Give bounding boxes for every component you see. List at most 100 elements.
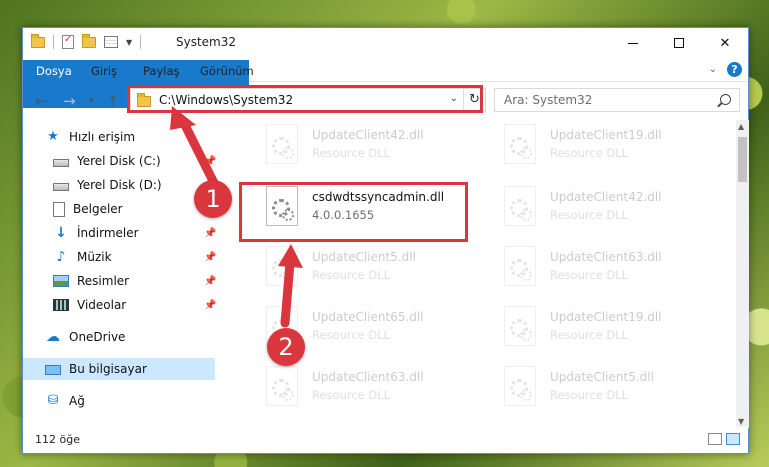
file-type: Resource DLL <box>550 328 629 342</box>
file-type: Resource DLL <box>312 268 391 282</box>
music-icon: ♪ <box>56 249 66 265</box>
file-name: UpdateClient63.dll <box>550 250 662 264</box>
help-icon[interactable]: ? <box>727 62 742 77</box>
dll-file-icon <box>266 124 298 164</box>
address-bar-highlight <box>127 85 483 113</box>
pin-icon: 📌 <box>204 275 217 287</box>
sidebar-item-onedrive[interactable]: ☁ OneDrive <box>23 326 215 348</box>
tiles-view-icon[interactable] <box>726 433 740 445</box>
folder-icon <box>31 33 45 48</box>
status-bar: 112 öğe <box>23 427 748 453</box>
file-item[interactable]: UpdateClient19.dll Resource DLL <box>500 122 726 170</box>
up-arrow-icon[interactable]: ↑ <box>107 92 120 110</box>
dll-file-icon <box>504 366 536 406</box>
file-item[interactable]: UpdateClient42.dll Resource DLL <box>262 122 488 170</box>
properties-check-icon[interactable] <box>62 34 74 49</box>
customize-toolbar-chevron-icon[interactable]: ▼ <box>126 38 132 47</box>
search-input[interactable]: Ara: System32 <box>494 88 740 112</box>
file-name: UpdateClient63.dll <box>312 370 424 384</box>
sidebar-item-local-disk-d[interactable]: Yerel Disk (D:) <box>23 174 215 196</box>
file-name: UpdateClient42.dll <box>312 128 424 142</box>
sidebar-item-music[interactable]: ♪ Müzik 📌 <box>23 246 217 268</box>
divider <box>140 35 142 49</box>
new-folder-icon[interactable] <box>82 33 96 48</box>
sidebar-item-label: Hızlı erişim <box>69 130 136 144</box>
sidebar-item-quick-access[interactable]: ★ Hızlı erişim <box>23 126 215 148</box>
search-placeholder: Ara: System32 <box>504 93 593 107</box>
sidebar-item-label: Bu bilgisayar <box>69 362 147 376</box>
expand-ribbon-chevron-icon[interactable]: ⌄ <box>709 64 717 75</box>
sidebar-item-label: Resimler <box>77 274 130 288</box>
sidebar-item-downloads[interactable]: ↓ İndirmeler 📌 <box>23 222 217 244</box>
sidebar-item-pictures[interactable]: Resimler 📌 <box>23 270 217 292</box>
file-name: UpdateClient65.dll <box>312 310 424 324</box>
sidebar-item-label: İndirmeler <box>77 226 139 240</box>
pin-icon: 📌 <box>204 299 217 311</box>
file-type: Resource DLL <box>312 328 391 342</box>
back-arrow-icon[interactable]: ← <box>35 92 48 110</box>
file-item[interactable]: UpdateClient5.dll Resource DLL <box>262 244 488 292</box>
dll-file-icon <box>504 306 536 346</box>
minimize-icon <box>628 42 638 44</box>
sidebar-item-label: Belgeler <box>73 202 123 216</box>
pin-icon: 📌 <box>204 251 217 263</box>
scroll-down-arrow-icon[interactable]: ▼ <box>738 417 744 426</box>
file-type: Resource DLL <box>550 388 629 402</box>
view-options-icon[interactable] <box>104 36 118 48</box>
step-1-badge: 1 <box>194 180 232 218</box>
this-pc-icon <box>45 364 61 375</box>
maximize-button[interactable] <box>656 28 702 58</box>
videos-icon <box>53 299 69 311</box>
details-view-icon[interactable] <box>708 433 722 445</box>
scrollbar-thumb[interactable] <box>738 137 747 182</box>
divider <box>53 35 54 49</box>
sidebar-item-label: Yerel Disk (D:) <box>77 178 162 192</box>
window-controls: ✕ <box>610 28 748 58</box>
file-type: Resource DLL <box>312 146 391 160</box>
sidebar-item-label: OneDrive <box>69 330 126 344</box>
file-name: UpdateClient5.dll <box>312 250 416 264</box>
quick-access-icon: ★ <box>47 129 59 144</box>
dll-file-icon <box>266 366 298 406</box>
file-type: Resource DLL <box>550 208 629 222</box>
sidebar-item-videos[interactable]: Videolar 📌 <box>23 294 217 316</box>
file-item[interactable]: UpdateClient19.dll Resource DLL <box>500 304 726 352</box>
file-item[interactable]: UpdateClient63.dll Resource DLL <box>500 244 726 292</box>
file-list-pane: UpdateClient42.dll Resource DLL UpdateCl… <box>216 120 736 428</box>
documents-icon <box>53 201 65 217</box>
file-item[interactable]: UpdateClient5.dll Resource DLL <box>500 364 726 412</box>
close-button[interactable]: ✕ <box>702 28 748 58</box>
sidebar-item-network[interactable]: ⛁ Ağ <box>23 390 215 412</box>
tab-home[interactable]: Giriş <box>81 60 127 82</box>
dll-file-icon <box>504 124 536 164</box>
file-item[interactable]: UpdateClient42.dll Resource DLL <box>500 184 726 232</box>
search-icon <box>720 94 731 105</box>
sidebar-item-local-disk-c[interactable]: Yerel Disk (C:) 📌 <box>23 150 216 172</box>
minimize-button[interactable] <box>610 28 656 58</box>
file-type: Resource DLL <box>550 146 629 160</box>
ribbon-tabs: Dosya Giriş Paylaş Görünüm ⌄ ? <box>23 58 748 108</box>
file-name: UpdateClient19.dll <box>550 310 662 324</box>
downloads-icon: ↓ <box>55 225 67 241</box>
navigation-pane: ★ Hızlı erişim Yerel Disk (C:) 📌 Yerel D… <box>23 120 217 428</box>
dll-file-icon <box>504 186 536 226</box>
file-item[interactable]: UpdateClient63.dll Resource DLL <box>262 364 488 412</box>
file-name: UpdateClient19.dll <box>550 128 662 142</box>
sidebar-item-this-pc[interactable]: Bu bilgisayar <box>23 358 215 380</box>
tab-view[interactable]: Görünüm <box>190 60 264 82</box>
sidebar-item-documents[interactable]: Belgeler 📌 <box>23 198 216 220</box>
sidebar-item-label: Ağ <box>69 394 85 408</box>
pin-icon: 📌 <box>204 227 217 239</box>
dll-file-icon <box>504 246 536 286</box>
sidebar-item-label: Yerel Disk (C:) <box>77 154 161 168</box>
drive-icon <box>53 159 69 167</box>
step-2-badge: 2 <box>267 328 305 366</box>
vertical-scrollbar[interactable]: ▲ ▼ <box>736 120 749 428</box>
recent-locations-chevron-icon[interactable]: ▾ <box>89 96 94 106</box>
forward-arrow-icon[interactable]: → <box>63 92 76 110</box>
maximize-icon <box>674 38 684 48</box>
scroll-up-arrow-icon[interactable]: ▲ <box>738 122 744 131</box>
tab-share[interactable]: Paylaş <box>133 60 190 82</box>
file-name: UpdateClient5.dll <box>550 370 654 384</box>
file-type: Resource DLL <box>550 268 629 282</box>
